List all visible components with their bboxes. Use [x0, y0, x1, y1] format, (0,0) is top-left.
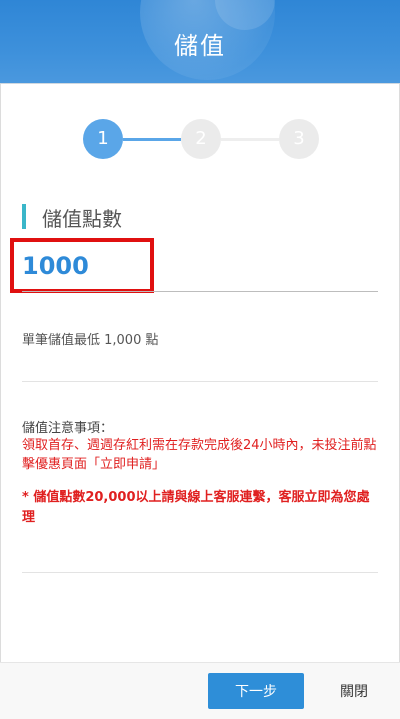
- header: 儲值: [0, 0, 400, 84]
- notes-warning: 領取首存、週週存紅利需在存款完成後24小時內，未投注前點擊優惠頁面「立即申請」: [22, 438, 377, 472]
- step-2: 2: [181, 119, 221, 159]
- divider: [22, 381, 378, 382]
- next-button[interactable]: 下一步: [208, 673, 304, 709]
- left-border: [0, 84, 1, 719]
- minimum-note: 單筆儲值最低 1,000 點: [22, 333, 159, 348]
- close-button[interactable]: 關閉: [336, 673, 372, 709]
- step-connector-2: [221, 138, 279, 141]
- amount-input[interactable]: [22, 250, 222, 282]
- input-underline: [22, 291, 378, 292]
- notes-important: * 儲值點數20,000以上請與線上客服連繫，客服立即為您處理: [22, 490, 370, 525]
- notes-title: 儲值注意事項：: [22, 421, 114, 436]
- section-title: 儲值點數: [42, 207, 122, 231]
- step-connector-1: [123, 138, 181, 141]
- step-3: 3: [279, 119, 319, 159]
- page-title: 儲值: [174, 32, 226, 60]
- section-marker: [22, 204, 26, 229]
- step-1: 1: [83, 119, 123, 159]
- stepper: 1 2 3: [83, 119, 319, 159]
- divider: [22, 572, 378, 573]
